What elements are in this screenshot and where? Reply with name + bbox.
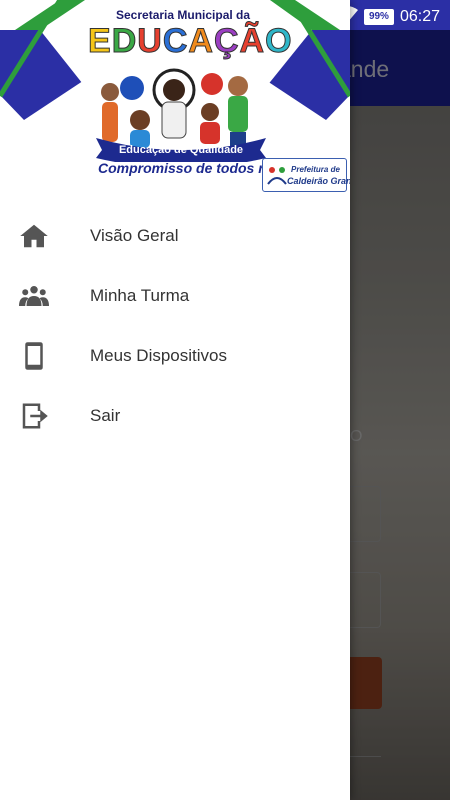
phone-icon <box>18 340 50 372</box>
prefeitura-emblem-icon <box>267 167 287 185</box>
ribbon-text: Educação de Qualidade <box>118 144 244 156</box>
group-icon <box>18 280 50 312</box>
menu-item-meus-dispositivos[interactable]: Meus Dispositivos <box>0 326 350 386</box>
header-top-line: Secretaria Municipal da <box>116 8 251 22</box>
menu-item-minha-turma[interactable]: Minha Turma <box>0 266 350 326</box>
prefeitura-logo: Prefeitura de Caldeirão Grande <box>262 158 350 192</box>
navigation-drawer: Secretaria Municipal da EDUCAÇÃO Educaçã… <box>0 0 350 800</box>
exit-icon <box>18 400 50 432</box>
education-logo-title: EDUCAÇÃO <box>88 22 293 61</box>
logo-letter: E <box>88 22 112 61</box>
logo-letter: Ç <box>213 22 240 61</box>
battery-icon: 99% <box>363 8 394 25</box>
logo-letter: O <box>265 22 293 61</box>
menu-item-visao-geral[interactable]: Visão Geral <box>0 206 350 266</box>
menu-label: Meus Dispositivos <box>90 346 227 365</box>
logo-letter: Ã <box>239 22 266 61</box>
home-icon <box>18 220 50 252</box>
quality-ribbon: Educação de Qualidade <box>96 128 266 162</box>
prefeitura-line1: Prefeitura de <box>291 165 340 174</box>
logo-letter: C <box>162 22 189 61</box>
menu-item-sair[interactable]: Sair <box>0 386 350 446</box>
menu-label: Visão Geral <box>90 226 179 245</box>
logo-letter: U <box>137 22 163 61</box>
drawer-header: Secretaria Municipal da EDUCAÇÃO Educaçã… <box>0 0 350 200</box>
slogan: Compromisso de todos nós <box>98 160 284 176</box>
clock: 06:27 <box>399 7 440 25</box>
drawer-menu: Visão Geral Minha Turma Meus Dispositivo… <box>0 206 350 446</box>
logo-letter: D <box>111 22 138 61</box>
menu-label: Minha Turma <box>90 286 190 305</box>
prefeitura-line2: Caldeirão Grande <box>287 176 350 186</box>
logo-letter: A <box>188 22 214 61</box>
menu-label: Sair <box>90 406 121 425</box>
